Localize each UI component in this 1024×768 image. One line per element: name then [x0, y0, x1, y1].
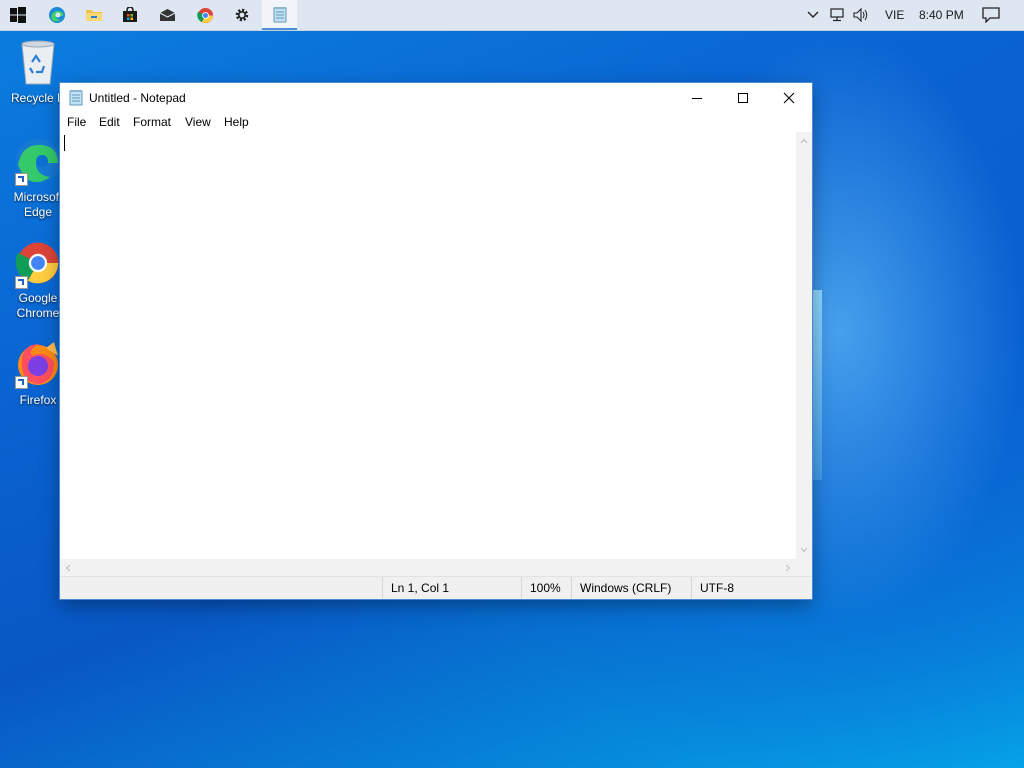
shortcut-arrow-icon [15, 276, 28, 289]
menu-bar: File Edit Format View Help [60, 112, 812, 132]
tray-volume-button[interactable] [851, 0, 873, 30]
close-button[interactable] [766, 83, 812, 112]
chevron-down-icon [807, 11, 819, 18]
action-center-button[interactable] [976, 0, 1006, 30]
menu-help[interactable]: Help [224, 115, 249, 129]
scroll-up-arrow-icon[interactable] [800, 138, 808, 144]
folder-icon [86, 10, 102, 21]
title-bar[interactable]: Untitled - Notepad [60, 83, 812, 112]
minimize-icon [692, 97, 702, 99]
menu-file[interactable]: File [67, 115, 86, 129]
taskbar-notepad-button[interactable] [262, 0, 297, 30]
windows-logo-icon [10, 7, 26, 23]
chrome-icon [196, 7, 213, 23]
vertical-scrollbar[interactable] [796, 132, 812, 559]
close-icon [783, 92, 795, 103]
maximize-button[interactable] [720, 83, 766, 112]
store-bag-icon [123, 7, 137, 22]
tray-language[interactable]: VIE [885, 0, 904, 30]
status-cursor-position: Ln 1, Col 1 [382, 577, 522, 599]
shortcut-arrow-icon [15, 376, 28, 389]
scrollbar-corner [796, 559, 812, 576]
edge-icon [49, 7, 65, 23]
menu-edit[interactable]: Edit [99, 115, 120, 129]
tray-overflow-chevron[interactable] [803, 0, 823, 30]
maximize-icon [738, 92, 748, 103]
taskbar-file-explorer-button[interactable] [76, 0, 112, 30]
taskbar-edge-button[interactable] [39, 0, 75, 30]
taskbar-settings-button[interactable] [224, 0, 260, 30]
menu-format[interactable]: Format [133, 115, 171, 129]
shortcut-arrow-icon [15, 173, 28, 186]
status-bar: Ln 1, Col 1 100% Windows (CRLF) UTF-8 [60, 576, 812, 599]
window-title: Untitled - Notepad [89, 91, 186, 105]
menu-view[interactable]: View [185, 115, 211, 129]
horizontal-scrollbar[interactable] [60, 559, 796, 576]
text-caret [64, 135, 65, 151]
network-icon [830, 8, 844, 22]
scroll-right-arrow-icon[interactable] [785, 564, 791, 572]
speaker-icon [853, 8, 868, 22]
notepad-icon [273, 6, 286, 22]
notepad-window: Untitled - Notepad File Edit Format View… [60, 83, 812, 599]
wallpaper-light-beam [812, 290, 822, 480]
minimize-button[interactable] [674, 83, 720, 112]
notepad-icon [69, 90, 83, 106]
start-button[interactable] [0, 0, 36, 30]
taskbar: VIE 8:40 PM [0, 0, 1024, 31]
scroll-left-arrow-icon[interactable] [65, 564, 71, 572]
taskbar-mail-button[interactable] [149, 0, 185, 30]
status-line-ending: Windows (CRLF) [571, 577, 691, 599]
mail-icon [159, 9, 175, 21]
tray-network-button[interactable] [827, 0, 849, 30]
text-editor-area[interactable] [60, 132, 796, 559]
status-zoom: 100% [521, 577, 571, 599]
notification-icon [982, 7, 1000, 23]
recycle-bin-icon [21, 40, 55, 85]
taskbar-store-button[interactable] [112, 0, 148, 30]
status-encoding: UTF-8 [691, 577, 812, 599]
scroll-down-arrow-icon[interactable] [800, 547, 808, 553]
tray-clock[interactable]: 8:40 PM [919, 0, 964, 30]
taskbar-chrome-button[interactable] [187, 0, 223, 30]
gear-icon [235, 8, 249, 22]
